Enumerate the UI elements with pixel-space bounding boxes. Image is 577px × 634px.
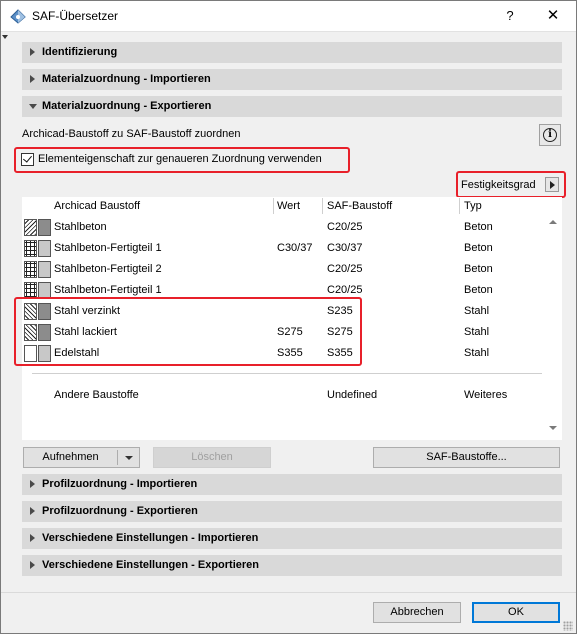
- table-row[interactable]: Stahlbeton-Fertigteil 1 C30/37 C30/37 Be…: [22, 238, 542, 259]
- section-label: Verschiedene Einstellungen - Importieren: [42, 532, 259, 544]
- section-profil-export[interactable]: Profilzuordnung - Exportieren: [22, 501, 562, 522]
- cell-typ: Beton: [464, 221, 493, 233]
- section-label: Materialzuordnung - Importieren: [42, 73, 211, 85]
- cell-typ: Beton: [464, 263, 493, 275]
- saf-baustoffe-button[interactable]: SAF-Baustoffe...: [373, 447, 560, 468]
- cancel-button[interactable]: Abbrechen: [373, 602, 461, 623]
- chevron-right-icon: [30, 534, 35, 542]
- cell-archicad: Stahlbeton: [54, 221, 107, 233]
- cell-archicad: Stahlbeton-Fertigteil 1: [54, 242, 162, 254]
- color-swatch: [38, 219, 51, 236]
- table-divider: [32, 373, 542, 374]
- column-separator: [273, 198, 274, 214]
- cell-wert: C30/37: [277, 242, 313, 254]
- app-icon: [10, 9, 26, 24]
- property-checkbox[interactable]: [21, 153, 34, 166]
- ok-button[interactable]: OK: [472, 602, 560, 623]
- cell-archicad: Andere Baustoffe: [54, 389, 139, 401]
- loeschen-button[interactable]: Löschen: [153, 447, 271, 468]
- footer-separator: [1, 592, 576, 593]
- checkmark-icon: [23, 153, 32, 163]
- aufnehmen-split-button[interactable]: Aufnehmen: [23, 447, 140, 468]
- close-button[interactable]: ✕: [539, 4, 567, 28]
- pattern-swatch: [24, 219, 37, 236]
- scroll-down-icon[interactable]: [549, 426, 557, 430]
- table-row[interactable]: Stahlbeton C20/25 Beton: [22, 217, 542, 238]
- pattern-swatch: [24, 240, 37, 257]
- cell-typ: Beton: [464, 242, 493, 254]
- chevron-right-icon: [30, 561, 35, 569]
- section-verschiedene-import[interactable]: Verschiedene Einstellungen - Importieren: [22, 528, 562, 549]
- cell-typ: Stahl: [464, 305, 490, 317]
- property-selector-button[interactable]: [545, 177, 559, 192]
- highlight-steel-rows: [14, 297, 362, 366]
- color-swatch: [38, 240, 51, 257]
- cell-typ: Stahl: [464, 326, 490, 338]
- chevron-right-icon: [30, 480, 35, 488]
- section-identifizierung[interactable]: Identifizierung: [22, 42, 562, 63]
- help-button[interactable]: ?: [497, 4, 523, 28]
- chevron-down-icon: [29, 104, 37, 109]
- pattern-swatch: [24, 261, 37, 278]
- section-verschiedene-export[interactable]: Verschiedene Einstellungen - Exportieren: [22, 555, 562, 576]
- resize-grip-icon[interactable]: [563, 621, 573, 631]
- cell-typ: Weiteres: [464, 389, 508, 401]
- cell-archicad: Stahlbeton-Fertigteil 2: [54, 263, 162, 275]
- cell-saf: C20/25: [327, 221, 363, 233]
- chevron-right-icon: [30, 507, 35, 515]
- cell-typ: Stahl: [464, 347, 490, 359]
- cell-archicad: Stahlbeton-Fertigteil 1: [54, 284, 162, 296]
- assign-description: Archicad-Baustoff zu SAF-Baustoff zuordn…: [22, 128, 241, 140]
- title-bar: SAF-Übersetzer ? ✕: [1, 1, 576, 32]
- section-label: Profilzuordnung - Importieren: [42, 478, 198, 490]
- header-archicad: Archicad Baustoff: [54, 200, 141, 212]
- cell-saf: C20/25: [327, 263, 363, 275]
- corner-marker-icon: [2, 35, 8, 39]
- section-material-export[interactable]: Materialzuordnung - Exportieren: [22, 96, 562, 117]
- scroll-up-icon[interactable]: [549, 220, 557, 224]
- section-label: Verschiedene Einstellungen - Exportieren: [42, 559, 260, 571]
- info-button[interactable]: i: [539, 124, 561, 146]
- table-row[interactable]: Stahlbeton-Fertigteil 2 C20/25 Beton: [22, 259, 542, 280]
- table-row-other[interactable]: Andere Baustoffe Undefined Weiteres: [22, 385, 542, 406]
- cell-typ: Beton: [464, 284, 493, 296]
- header-wert: Wert: [277, 200, 301, 212]
- chevron-right-icon: [30, 75, 35, 83]
- section-material-import[interactable]: Materialzuordnung - Importieren: [22, 69, 562, 90]
- cell-saf: C20/25: [327, 284, 363, 296]
- table-scrollbar[interactable]: [545, 198, 561, 439]
- section-label: Identifizierung: [42, 46, 118, 58]
- window-title: SAF-Übersetzer: [32, 9, 119, 23]
- property-selector-label: Festigkeitsgrad: [461, 179, 536, 191]
- aufnehmen-label: Aufnehmen: [42, 451, 99, 463]
- chevron-down-icon[interactable]: [125, 456, 133, 460]
- color-swatch: [38, 261, 51, 278]
- split-separator: [117, 450, 118, 465]
- cell-saf: Undefined: [327, 389, 378, 401]
- cell-saf: C30/37: [327, 242, 363, 254]
- header-typ: Typ: [464, 200, 482, 212]
- info-icon: i: [543, 128, 557, 142]
- header-saf: SAF-Baustoff: [327, 200, 393, 212]
- dialog-window: SAF-Übersetzer ? ✕ Identifizierung Mater…: [0, 0, 577, 634]
- section-profil-import[interactable]: Profilzuordnung - Importieren: [22, 474, 562, 495]
- column-separator: [459, 198, 460, 214]
- checkbox-label: Elementeigenschaft zur genaueren Zuordnu…: [38, 153, 322, 165]
- section-label: Materialzuordnung - Exportieren: [42, 100, 212, 112]
- chevron-right-icon: [30, 48, 35, 56]
- column-separator: [322, 198, 323, 214]
- arrow-right-icon: [550, 181, 555, 189]
- section-label: Profilzuordnung - Exportieren: [42, 505, 198, 517]
